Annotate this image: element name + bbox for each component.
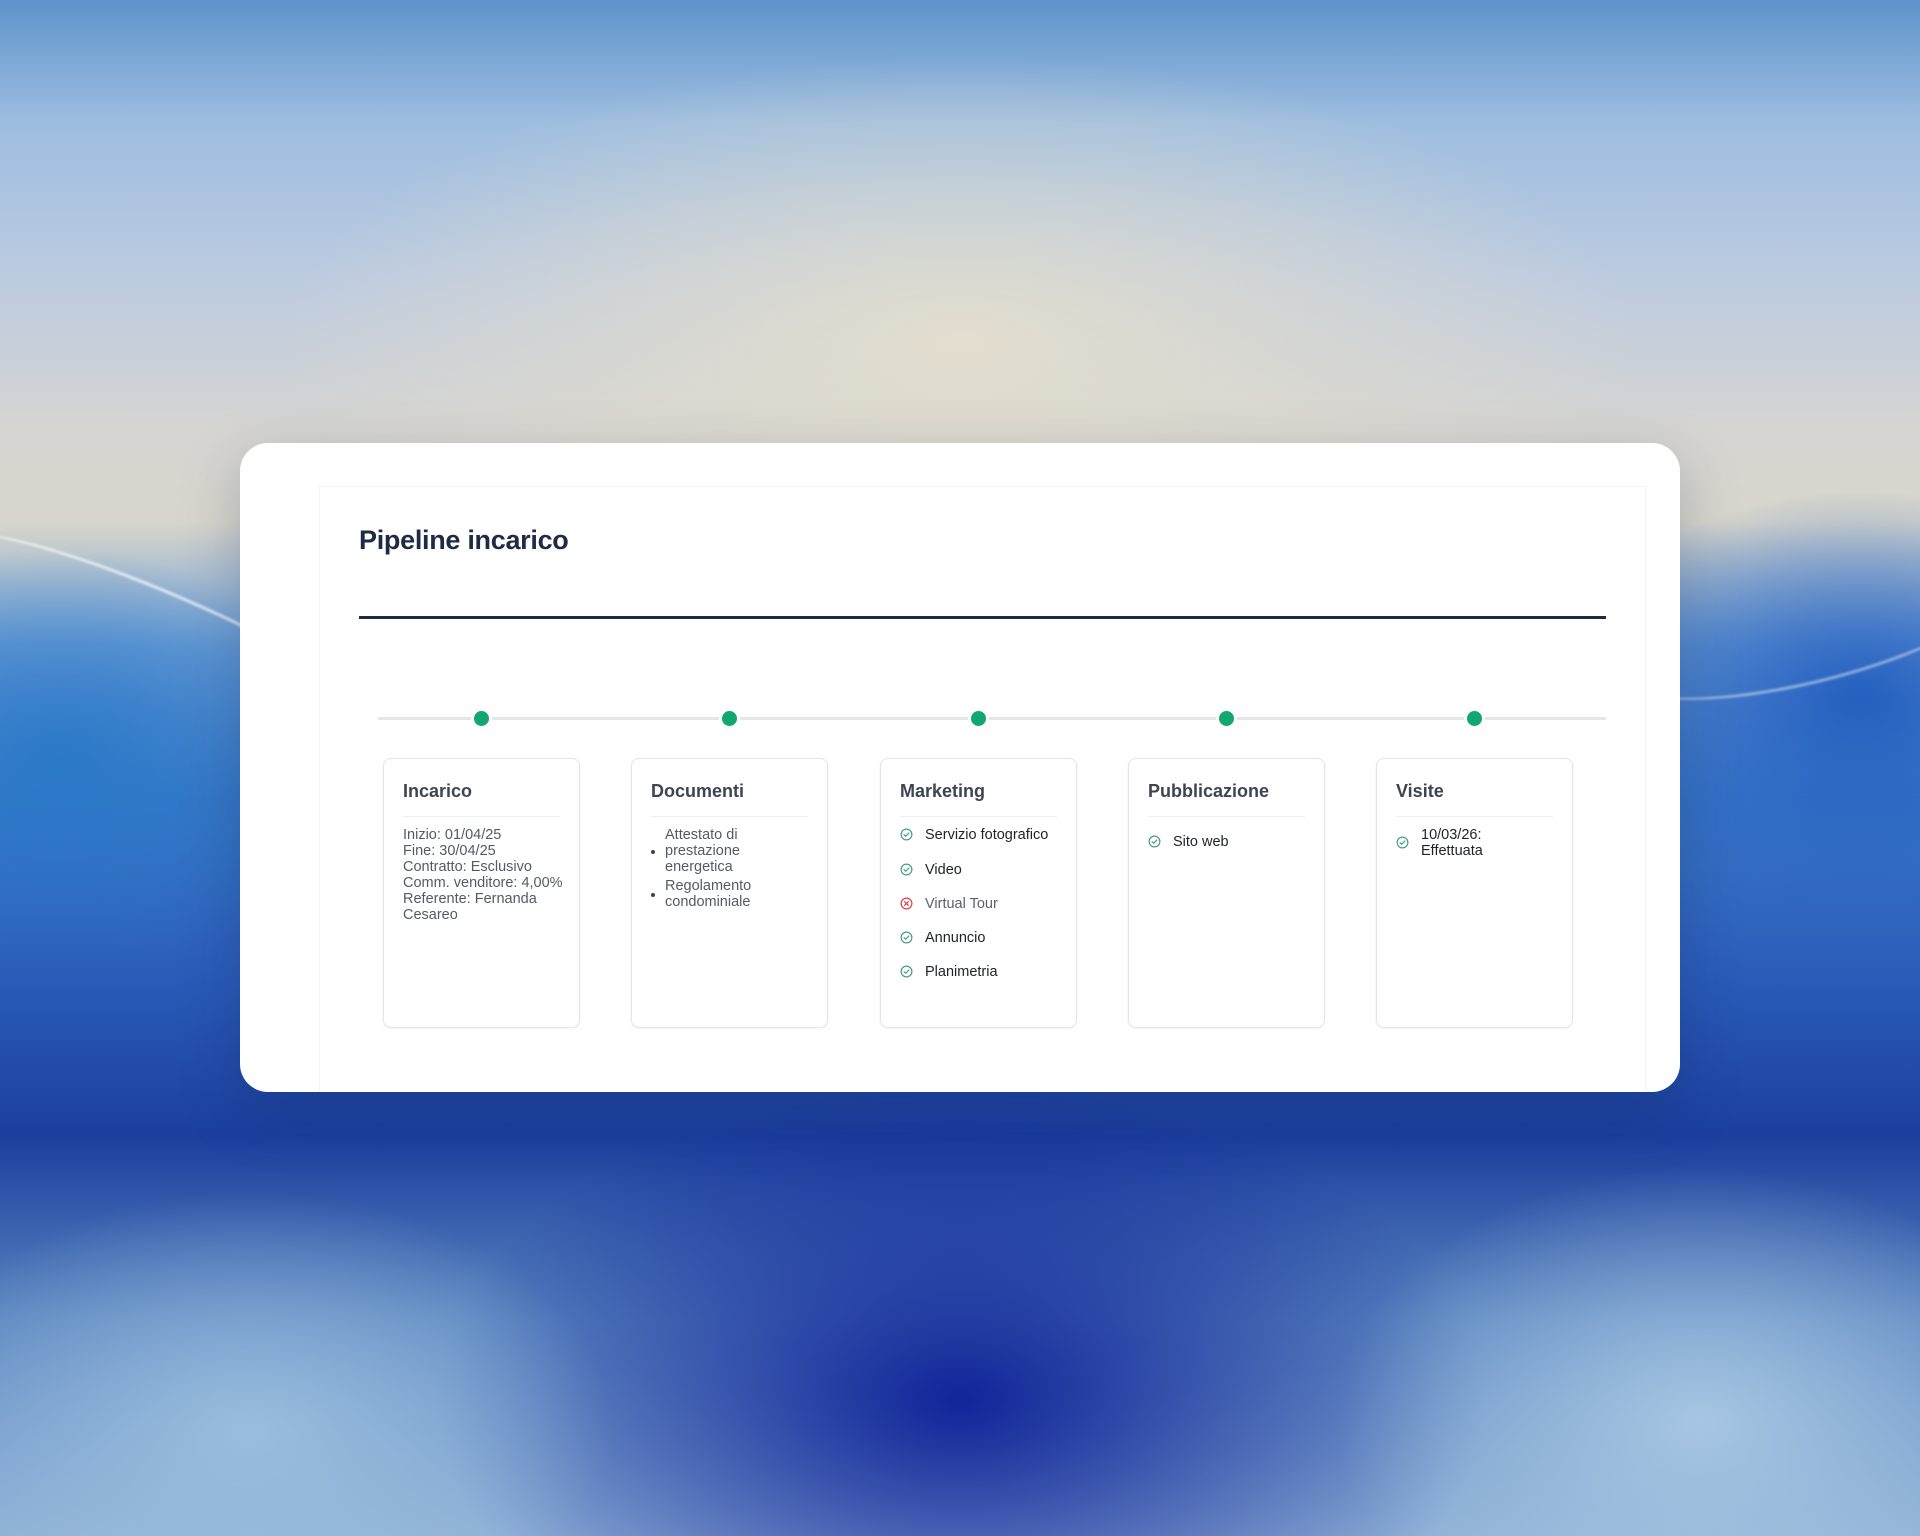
item-label: Video [925,862,962,878]
document-label: Attestato di prestazione energetica [665,827,740,875]
stage-card-marketing[interactable]: Marketing Servizio fotografico Video Vir… [880,758,1077,1028]
stage-title: Incarico [403,781,473,801]
stage-dot-marketing [971,711,986,726]
list-item: Planimetria [900,964,1065,980]
pipeline-track [378,717,1606,720]
pipeline-window: Pipeline incarico Incarico Inizio: 01/04… [240,443,1680,1092]
publication-list: Sito web [1148,834,1313,850]
contract-type: Contratto: Esclusivo [403,859,532,875]
list-item: Annuncio [900,930,1065,946]
stage-dot-incarico [474,711,489,726]
stage-dot-pubblicazione [1219,711,1234,726]
document-label: Regolamento condominiale [665,878,752,910]
list-item: Sito web [1148,834,1313,850]
stage-dot-visite [1467,711,1482,726]
stage-card-visite[interactable]: Visite 10/03/26: Effettuata [1376,758,1573,1028]
card-divider [651,816,808,817]
stage-card-pubblicazione[interactable]: Pubblicazione Sito web [1128,758,1325,1028]
bullet-icon [651,893,655,897]
check-circle-icon [1396,836,1409,849]
incarico-details: Inizio: 01/04/25 Fine: 30/04/25 Contratt… [403,827,563,923]
end-date: Fine: 30/04/25 [403,843,496,859]
stage-card-documenti[interactable]: Documenti Attestato di prestazione energ… [631,758,828,1028]
card-divider [1148,816,1305,817]
check-circle-icon [900,863,913,876]
stage-title: Pubblicazione [1148,781,1270,801]
stage-title: Visite [1396,781,1444,801]
item-label: Virtual Tour [925,896,998,912]
item-label: Planimetria [925,964,998,980]
pipeline-panel: Pipeline incarico Incarico Inizio: 01/04… [319,486,1646,1092]
check-circle-icon [900,828,913,841]
check-circle-icon [900,965,913,978]
list-item: Video [900,862,1065,878]
item-label: Sito web [1173,834,1229,850]
stage-card-incarico[interactable]: Incarico Inizio: 01/04/25 Fine: 30/04/25… [383,758,580,1028]
x-circle-icon [900,897,913,910]
contact-person: Referente: Fernanda Cesareo [403,891,537,923]
list-item: Regolamento condominiale [651,878,811,910]
card-divider [1396,816,1553,817]
visits-list: 10/03/26: Effettuata [1396,827,1536,859]
seller-commission: Comm. venditore: 4,00% [403,875,563,891]
title-divider [359,616,1606,619]
document-list: Attestato di prestazione energetica Rego… [651,827,811,913]
stage-title: Marketing [900,781,986,801]
list-item: Virtual Tour [900,896,1065,912]
list-item: Servizio fotografico [900,827,1065,843]
list-item: 10/03/26: Effettuata [1396,827,1536,859]
page-title: Pipeline incarico [359,525,569,555]
card-divider [403,816,560,817]
check-circle-icon [900,931,913,944]
start-date: Inizio: 01/04/25 [403,827,502,843]
item-label: 10/03/26: Effettuata [1421,827,1483,859]
item-label: Servizio fotografico [925,827,1049,843]
marketing-list: Servizio fotografico Video Virtual Tour … [900,827,1065,980]
item-label: Annuncio [925,930,986,946]
stage-title: Documenti [651,781,745,801]
check-circle-icon [1148,835,1161,848]
bullet-icon [651,850,655,854]
card-divider [900,816,1057,817]
list-item: Attestato di prestazione energetica [651,827,811,875]
stage-dot-documenti [722,711,737,726]
